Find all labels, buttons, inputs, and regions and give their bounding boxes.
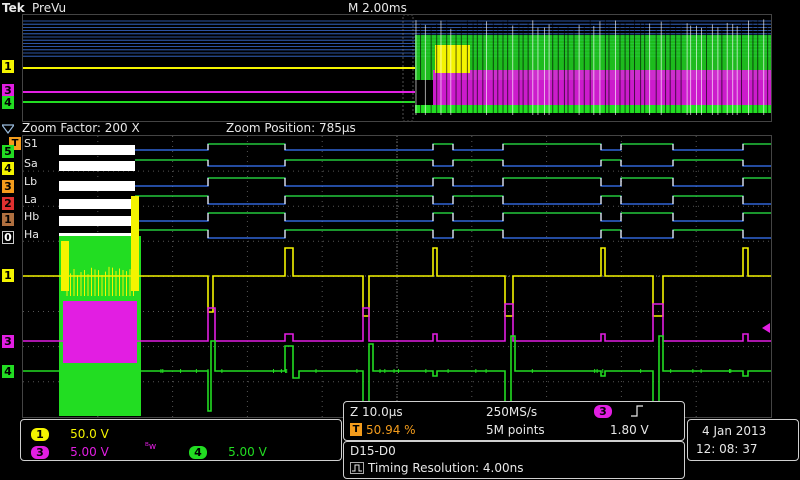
digital-label-hb: Hb: [24, 210, 40, 223]
zoom-position: Zoom Position: 785µs: [226, 121, 356, 135]
digital-busy-block: [59, 216, 135, 226]
overview-ch1-marker[interactable]: 1: [2, 60, 14, 73]
digital-d5-marker[interactable]: 5: [2, 145, 14, 158]
brand-logo: Tek: [2, 1, 25, 15]
timebase-readout: M 2.00ms: [348, 1, 407, 15]
ch3-ground-marker[interactable]: 3: [2, 335, 14, 348]
digital-bus-label: D15-D0: [350, 444, 396, 458]
trigger-level-arrow-icon[interactable]: [760, 323, 770, 333]
rising-edge-icon: [630, 404, 644, 418]
zoomed-waveform-pane[interactable]: [22, 135, 772, 418]
timing-resolution: Timing Resolution: 4.00ns: [368, 461, 524, 475]
digital-d2-marker[interactable]: 2: [2, 197, 14, 210]
record-length: 5M points: [486, 423, 545, 437]
trigger-position-icon: T: [350, 423, 362, 436]
ch1-burst-left: [61, 241, 69, 291]
digital-d0-marker[interactable]: 0: [2, 231, 14, 244]
time-readout: 12: 08: 37: [696, 442, 758, 456]
sample-rate: 250MS/s: [486, 405, 538, 419]
ch3-burst: [63, 301, 137, 363]
ch1-scale-group[interactable]: 1 50.0 V: [31, 423, 109, 442]
trigger-source-chip: 3: [594, 405, 612, 418]
digital-d3-marker[interactable]: 3: [2, 180, 14, 193]
digital-label-la: La: [24, 193, 37, 206]
digital-label-lb: Lb: [24, 175, 38, 188]
ch4-scale: 5.00 V: [228, 445, 267, 459]
overview-waveform-pane[interactable]: [22, 14, 772, 122]
ch4-ground-marker[interactable]: 4: [2, 365, 14, 378]
trigger-level: 1.80 V: [610, 423, 649, 437]
digital-label-sa: Sa: [24, 157, 38, 170]
ch1-ground-marker[interactable]: 1: [2, 269, 14, 282]
date-readout: 4 Jan 2013: [702, 424, 767, 438]
zoom-timebase: Z 10.0µs: [350, 405, 403, 419]
overview-ch1-burst: [435, 45, 470, 73]
digital-busy-block: [59, 181, 135, 191]
zoom-window-arrow-icon: [2, 124, 14, 134]
digital-label-s1: S1: [24, 137, 38, 150]
digital-d4-marker[interactable]: 4: [2, 162, 14, 175]
timing-resolution-icon: [350, 462, 364, 474]
ch3-scale: 5.00 V: [70, 445, 109, 459]
digital-busy-block: [59, 161, 135, 171]
overview-ch4-marker[interactable]: 4: [2, 96, 14, 109]
ch3-scale-group[interactable]: 3 5.00 V: [31, 441, 109, 460]
acquisition-mode: PreVu: [32, 1, 67, 15]
trigger-position: 50.94 %: [366, 423, 416, 437]
ch4-chip: 4: [189, 446, 207, 459]
overview-ch3-burst: [433, 70, 771, 110]
ch4-scale-group[interactable]: 4 5.00 V: [189, 441, 267, 460]
digital-label-ha: Ha: [24, 228, 40, 241]
ch3-chip: 3: [31, 446, 49, 459]
digital-busy-block: [59, 199, 135, 209]
bandwidth-limit-icon: ᴮw: [145, 442, 157, 452]
ch1-scale: 50.0 V: [70, 427, 109, 441]
digital-settings-panel[interactable]: D15-D0 Timing Resolution: 4.00ns: [343, 441, 685, 479]
digital-d1-marker[interactable]: 1: [2, 213, 14, 226]
zoom-factor: Zoom Factor: 200 X: [22, 121, 140, 135]
acquisition-trigger-panel[interactable]: Z 10.0µs 250MS/s 3 T 50.94 % 5M points 1…: [343, 401, 685, 441]
digital-busy-block: [59, 145, 135, 155]
vertical-settings-panel[interactable]: 1 50.0 V 3 5.00 V ᴮw 4 5.00 V: [20, 419, 342, 461]
ch1-chip: 1: [31, 428, 49, 441]
datetime-panel: 4 Jan 2013 12: 08: 37: [687, 419, 799, 461]
